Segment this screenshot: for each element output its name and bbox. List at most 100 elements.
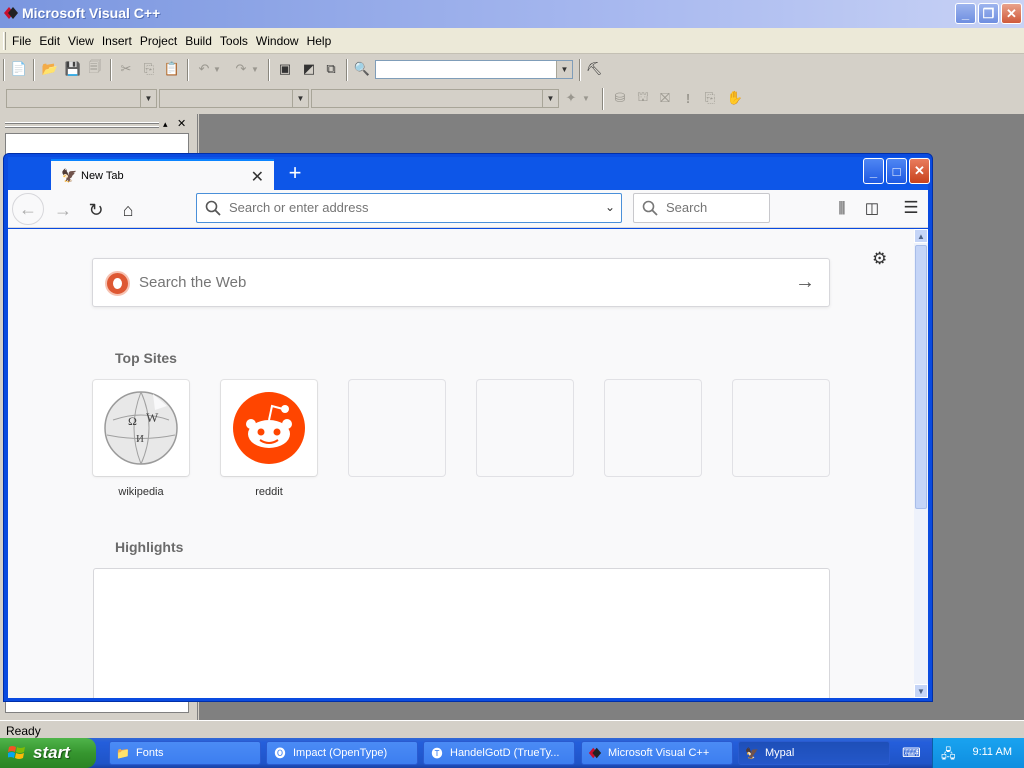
copy-icon[interactable]: ⎘ [140, 60, 158, 78]
menu-view[interactable]: View [68, 34, 99, 48]
highlights-panel [93, 568, 830, 698]
gear-icon[interactable]: ⚙ [872, 249, 887, 269]
menu-project[interactable]: Project [140, 34, 182, 48]
workspace-icon[interactable]: ▣ [276, 60, 294, 78]
execute-icon[interactable]: ! [679, 89, 697, 107]
stop-build-icon[interactable]: ⛝ [656, 89, 674, 107]
redo-dropdown-icon[interactable]: ▼ [250, 60, 260, 78]
menu-window[interactable]: Window [256, 34, 304, 48]
output-icon[interactable]: ◩ [300, 60, 318, 78]
chevron-down-icon[interactable]: ▼ [292, 90, 308, 107]
find-in-files-icon[interactable]: 🔍 [353, 60, 371, 78]
library-icon[interactable]: ⫼ [830, 195, 854, 221]
mypal-icon: 🦅 [61, 168, 78, 183]
maximize-pane-icon[interactable]: ▴ [163, 119, 168, 130]
menu-file[interactable]: File [12, 34, 36, 48]
clock: 9:11 AM [972, 746, 1012, 758]
menu-edit[interactable]: Edit [39, 34, 65, 48]
address-bar[interactable]: ⌄ [196, 193, 622, 223]
chevron-down-icon[interactable]: ▼ [140, 90, 156, 107]
toolbar-separator [579, 59, 581, 81]
wizard-dropdown-icon[interactable]: ▼ [581, 89, 591, 107]
undo-dropdown-icon[interactable]: ▼ [212, 60, 222, 78]
scroll-thumb[interactable] [915, 245, 927, 509]
hamburger-menu-icon[interactable]: ☰ [899, 195, 923, 221]
workspace-header: ▴ ✕ [5, 117, 191, 131]
top-site-tile-empty[interactable] [349, 380, 445, 476]
web-search-input[interactable] [139, 274, 739, 291]
chevron-down-icon[interactable]: ⌄ [605, 200, 615, 214]
task-handelgotd[interactable]: 🅣 HandelGotD (TrueTy... [423, 741, 575, 765]
chevron-down-icon[interactable]: ▼ [542, 90, 558, 107]
top-site-tile-empty[interactable] [605, 380, 701, 476]
reload-icon[interactable]: ↻ [82, 196, 110, 224]
top-site-tile-empty[interactable] [733, 380, 829, 476]
sidebar-icon[interactable]: ◫ [860, 195, 884, 221]
window-list-icon[interactable]: ⧉ [322, 60, 340, 78]
undo-icon[interactable]: ↶ [195, 60, 213, 78]
task-visual-cpp[interactable]: Microsoft Visual C++ [581, 741, 733, 765]
back-arrow-icon[interactable]: ← [12, 193, 44, 225]
menubar-grip [3, 32, 6, 50]
svg-text:Ω: Ω [128, 414, 137, 428]
keyboard-icon[interactable]: ⌨ [902, 745, 921, 761]
task-fonts[interactable]: 📁 Fonts [109, 741, 261, 765]
close-pane-icon[interactable]: ✕ [177, 117, 186, 130]
svg-text:И: И [136, 433, 144, 445]
forward-arrow-icon[interactable]: → [49, 196, 77, 224]
menu-build[interactable]: Build [185, 34, 217, 48]
scroll-up-icon[interactable]: ▲ [914, 229, 928, 243]
top-site-tile-reddit[interactable] [221, 380, 317, 476]
binoculars-icon[interactable]: ⛏ [585, 60, 603, 78]
find-combo[interactable]: ▼ [375, 60, 573, 79]
search-bar[interactable] [633, 193, 770, 223]
new-tab-button[interactable]: + [282, 160, 308, 186]
save-all-icon[interactable]: 🗐 [86, 59, 104, 78]
new-text-file-icon[interactable]: 📄 [10, 60, 28, 78]
menu-bar: File Edit View Insert Project Build Tool… [0, 28, 1024, 54]
open-folder-icon[interactable]: 📂 [41, 60, 59, 78]
paste-icon[interactable]: 📋 [163, 60, 181, 78]
go-icon[interactable]: ⎘ [701, 89, 719, 107]
compile-icon[interactable]: ⛁ [611, 89, 629, 107]
top-site-tile-empty[interactable] [477, 380, 573, 476]
tab-strip: 🦅 New Tab ✕ + _ □ ✕ [8, 157, 930, 190]
start-label: start [33, 743, 70, 762]
menu-tools[interactable]: Tools [220, 34, 253, 48]
cut-icon[interactable]: ✂ [117, 60, 135, 78]
address-input[interactable] [229, 200, 579, 215]
home-icon[interactable]: ⌂ [114, 196, 142, 224]
toolbar-separator [602, 88, 604, 110]
close-button[interactable]: ✕ [909, 158, 930, 184]
arrow-right-icon[interactable]: → [795, 271, 815, 294]
redo-icon[interactable]: ↷ [232, 60, 250, 78]
network-icon[interactable]: 🖧 [941, 745, 956, 767]
filter-combo[interactable]: ▼ [159, 89, 309, 108]
tab-new-tab[interactable]: 🦅 New Tab ✕ [51, 159, 274, 190]
menu-help[interactable]: Help [307, 34, 337, 48]
chevron-down-icon[interactable]: ▼ [556, 61, 572, 78]
restore-button[interactable]: ❐ [978, 3, 999, 24]
wizard-wand-icon[interactable]: ✦ [562, 89, 580, 107]
members-combo[interactable]: ▼ [311, 89, 559, 108]
taskbar: start 📁 Fonts 🅞 Impact (OpenType) 🅣 Hand… [0, 738, 1024, 768]
task-label: HandelGotD (TrueTy... [450, 747, 560, 759]
save-icon[interactable]: 💾 [64, 60, 82, 78]
vertical-scrollbar[interactable]: ▲ ▼ [914, 229, 928, 698]
menu-insert[interactable]: Insert [102, 34, 137, 48]
breakpoint-hand-icon[interactable]: ✋ [726, 89, 744, 107]
search-input[interactable] [666, 200, 761, 215]
close-tab-icon[interactable]: ✕ [251, 167, 264, 187]
start-button[interactable]: start [0, 738, 96, 768]
top-site-tile-wikipedia[interactable]: Ω W И [93, 380, 189, 476]
task-mypal[interactable]: 🦅 Mypal [738, 741, 890, 765]
maximize-button[interactable]: □ [886, 158, 907, 184]
minimize-button[interactable]: _ [955, 3, 976, 24]
close-button[interactable]: ✕ [1001, 3, 1022, 24]
minimize-button[interactable]: _ [863, 158, 884, 184]
task-impact[interactable]: 🅞 Impact (OpenType) [266, 741, 418, 765]
build-icon[interactable]: ⛫ [634, 89, 652, 107]
scroll-down-icon[interactable]: ▼ [914, 684, 928, 698]
class-combo[interactable]: ▼ [6, 89, 157, 108]
web-search-box[interactable]: → [92, 258, 830, 307]
